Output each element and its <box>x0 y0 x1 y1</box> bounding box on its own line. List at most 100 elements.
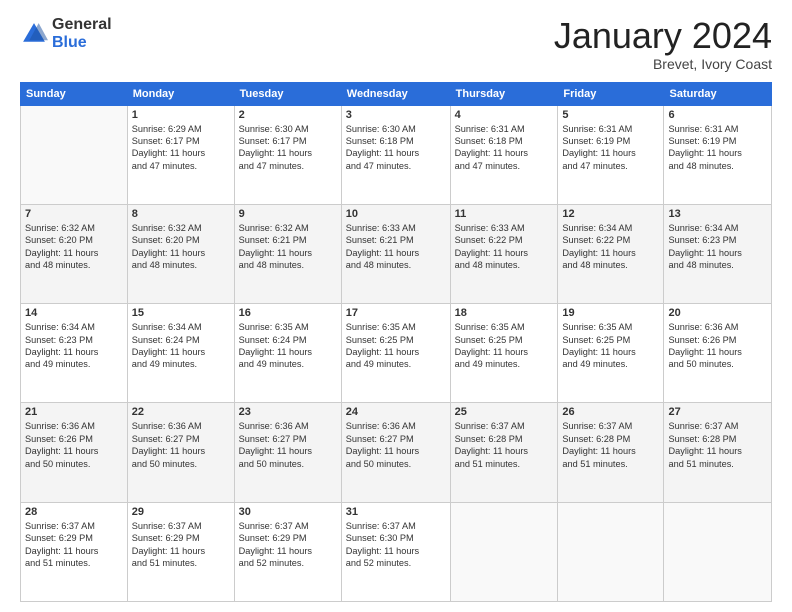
day-number: 21 <box>25 406 123 418</box>
calendar-cell: 20Sunrise: 6:36 AM Sunset: 6:26 PM Dayli… <box>664 304 772 403</box>
logo-icon <box>20 20 48 48</box>
header-day-friday: Friday <box>558 82 664 105</box>
day-number: 11 <box>455 208 554 220</box>
calendar-cell: 16Sunrise: 6:35 AM Sunset: 6:24 PM Dayli… <box>234 304 341 403</box>
location-subtitle: Brevet, Ivory Coast <box>554 56 772 72</box>
cell-info: Sunrise: 6:35 AM Sunset: 6:25 PM Dayligh… <box>562 322 635 369</box>
calendar-table: SundayMondayTuesdayWednesdayThursdayFrid… <box>20 82 772 602</box>
cell-info: Sunrise: 6:31 AM Sunset: 6:19 PM Dayligh… <box>562 124 635 171</box>
cell-info: Sunrise: 6:37 AM Sunset: 6:30 PM Dayligh… <box>346 521 419 568</box>
day-number: 2 <box>239 109 337 121</box>
header: General Blue January 2024 Brevet, Ivory … <box>20 16 772 72</box>
cell-info: Sunrise: 6:33 AM Sunset: 6:21 PM Dayligh… <box>346 223 419 270</box>
calendar-cell: 21 Sunrise: 6:36 AM Sunset: 6:26 PM Dayli… <box>21 403 128 502</box>
calendar-cell: 10 Sunrise: 6:33 AM Sunset: 6:21 PM Dayli… <box>341 204 450 303</box>
day-number: 1 <box>132 109 230 121</box>
cell-info: Sunrise: 6:31 AM Sunset: 6:19 PM Dayligh… <box>668 124 741 171</box>
header-day-thursday: Thursday <box>450 82 558 105</box>
day-number: 19 <box>562 307 659 319</box>
cell-info: Sunrise: 6:34 AM Sunset: 6:23 PM Dayligh… <box>25 322 98 369</box>
logo-general-text: General <box>52 16 112 34</box>
calendar-cell: 25Sunrise: 6:37 AM Sunset: 6:28 PM Dayli… <box>450 403 558 502</box>
cell-info: Sunrise: 6:36 AM Sunset: 6:26 PM Dayligh… <box>25 421 98 468</box>
day-number: 9 <box>239 208 337 220</box>
calendar-body: 1 Sunrise: 6:29 AM Sunset: 6:17 PM Daylig… <box>21 105 772 601</box>
day-number: 14 <box>25 307 123 319</box>
cell-info: Sunrise: 6:30 AM Sunset: 6:18 PM Dayligh… <box>346 124 419 171</box>
day-number: 25 <box>455 406 554 418</box>
calendar-cell: 13Sunrise: 6:34 AM Sunset: 6:23 PM Dayli… <box>664 204 772 303</box>
cell-info: Sunrise: 6:32 AM Sunset: 6:21 PM Dayligh… <box>239 223 312 270</box>
day-number: 18 <box>455 307 554 319</box>
title-block: January 2024 Brevet, Ivory Coast <box>554 16 772 72</box>
cell-info: Sunrise: 6:37 AM Sunset: 6:28 PM Dayligh… <box>562 421 635 468</box>
day-number: 29 <box>132 506 230 518</box>
day-number: 31 <box>346 506 446 518</box>
week-row-0: 1 Sunrise: 6:29 AM Sunset: 6:17 PM Daylig… <box>21 105 772 204</box>
calendar-cell <box>21 105 128 204</box>
calendar-cell: 3 Sunrise: 6:30 AM Sunset: 6:18 PM Daylig… <box>341 105 450 204</box>
calendar-cell: 17Sunrise: 6:35 AM Sunset: 6:25 PM Dayli… <box>341 304 450 403</box>
cell-info: Sunrise: 6:32 AM Sunset: 6:20 PM Dayligh… <box>25 223 98 270</box>
day-number: 24 <box>346 406 446 418</box>
cell-info: Sunrise: 6:35 AM Sunset: 6:25 PM Dayligh… <box>346 322 419 369</box>
calendar-cell: 19 Sunrise: 6:35 AM Sunset: 6:25 PM Dayli… <box>558 304 664 403</box>
day-number: 8 <box>132 208 230 220</box>
week-row-3: 21 Sunrise: 6:36 AM Sunset: 6:26 PM Dayli… <box>21 403 772 502</box>
cell-info: Sunrise: 6:34 AM Sunset: 6:24 PM Dayligh… <box>132 322 205 369</box>
calendar-cell: 18 Sunrise: 6:35 AM Sunset: 6:25 PM Dayli… <box>450 304 558 403</box>
calendar-cell: 22 Sunrise: 6:36 AM Sunset: 6:27 PM Dayli… <box>127 403 234 502</box>
header-row: SundayMondayTuesdayWednesdayThursdayFrid… <box>21 82 772 105</box>
day-number: 23 <box>239 406 337 418</box>
month-title: January 2024 <box>554 16 772 56</box>
day-number: 10 <box>346 208 446 220</box>
cell-info: Sunrise: 6:32 AM Sunset: 6:20 PM Dayligh… <box>132 223 205 270</box>
day-number: 6 <box>668 109 767 121</box>
calendar-cell: 12Sunrise: 6:34 AM Sunset: 6:22 PM Dayli… <box>558 204 664 303</box>
calendar-cell: 11 Sunrise: 6:33 AM Sunset: 6:22 PM Dayli… <box>450 204 558 303</box>
calendar-cell: 30 Sunrise: 6:37 AM Sunset: 6:29 PM Dayli… <box>234 502 341 601</box>
day-number: 15 <box>132 307 230 319</box>
calendar-cell: 28 Sunrise: 6:37 AM Sunset: 6:29 PM Dayli… <box>21 502 128 601</box>
calendar-cell <box>558 502 664 601</box>
cell-info: Sunrise: 6:35 AM Sunset: 6:24 PM Dayligh… <box>239 322 312 369</box>
logo-text: General Blue <box>52 16 112 51</box>
calendar-header: SundayMondayTuesdayWednesdayThursdayFrid… <box>21 82 772 105</box>
calendar-cell: 9 Sunrise: 6:32 AM Sunset: 6:21 PM Daylig… <box>234 204 341 303</box>
calendar-cell: 1 Sunrise: 6:29 AM Sunset: 6:17 PM Daylig… <box>127 105 234 204</box>
calendar-cell: 2 Sunrise: 6:30 AM Sunset: 6:17 PM Daylig… <box>234 105 341 204</box>
week-row-2: 14 Sunrise: 6:34 AM Sunset: 6:23 PM Dayli… <box>21 304 772 403</box>
calendar-cell: 27Sunrise: 6:37 AM Sunset: 6:28 PM Dayli… <box>664 403 772 502</box>
day-number: 22 <box>132 406 230 418</box>
day-number: 30 <box>239 506 337 518</box>
page: General Blue January 2024 Brevet, Ivory … <box>0 0 792 612</box>
day-number: 27 <box>668 406 767 418</box>
header-day-wednesday: Wednesday <box>341 82 450 105</box>
header-day-tuesday: Tuesday <box>234 82 341 105</box>
calendar-cell <box>450 502 558 601</box>
cell-info: Sunrise: 6:30 AM Sunset: 6:17 PM Dayligh… <box>239 124 312 171</box>
header-day-sunday: Sunday <box>21 82 128 105</box>
cell-info: Sunrise: 6:35 AM Sunset: 6:25 PM Dayligh… <box>455 322 528 369</box>
cell-info: Sunrise: 6:37 AM Sunset: 6:29 PM Dayligh… <box>25 521 98 568</box>
day-number: 7 <box>25 208 123 220</box>
day-number: 20 <box>668 307 767 319</box>
cell-info: Sunrise: 6:36 AM Sunset: 6:27 PM Dayligh… <box>132 421 205 468</box>
calendar-cell <box>664 502 772 601</box>
day-number: 28 <box>25 506 123 518</box>
header-day-monday: Monday <box>127 82 234 105</box>
cell-info: Sunrise: 6:29 AM Sunset: 6:17 PM Dayligh… <box>132 124 205 171</box>
day-number: 4 <box>455 109 554 121</box>
calendar-cell: 6 Sunrise: 6:31 AM Sunset: 6:19 PM Daylig… <box>664 105 772 204</box>
logo-blue-text: Blue <box>52 34 112 52</box>
cell-info: Sunrise: 6:31 AM Sunset: 6:18 PM Dayligh… <box>455 124 528 171</box>
week-row-4: 28 Sunrise: 6:37 AM Sunset: 6:29 PM Dayli… <box>21 502 772 601</box>
day-number: 3 <box>346 109 446 121</box>
week-row-1: 7 Sunrise: 6:32 AM Sunset: 6:20 PM Daylig… <box>21 204 772 303</box>
cell-info: Sunrise: 6:33 AM Sunset: 6:22 PM Dayligh… <box>455 223 528 270</box>
calendar-cell: 5Sunrise: 6:31 AM Sunset: 6:19 PM Daylig… <box>558 105 664 204</box>
calendar-cell: 15 Sunrise: 6:34 AM Sunset: 6:24 PM Dayli… <box>127 304 234 403</box>
header-day-saturday: Saturday <box>664 82 772 105</box>
cell-info: Sunrise: 6:37 AM Sunset: 6:29 PM Dayligh… <box>239 521 312 568</box>
calendar-cell: 29Sunrise: 6:37 AM Sunset: 6:29 PM Dayli… <box>127 502 234 601</box>
